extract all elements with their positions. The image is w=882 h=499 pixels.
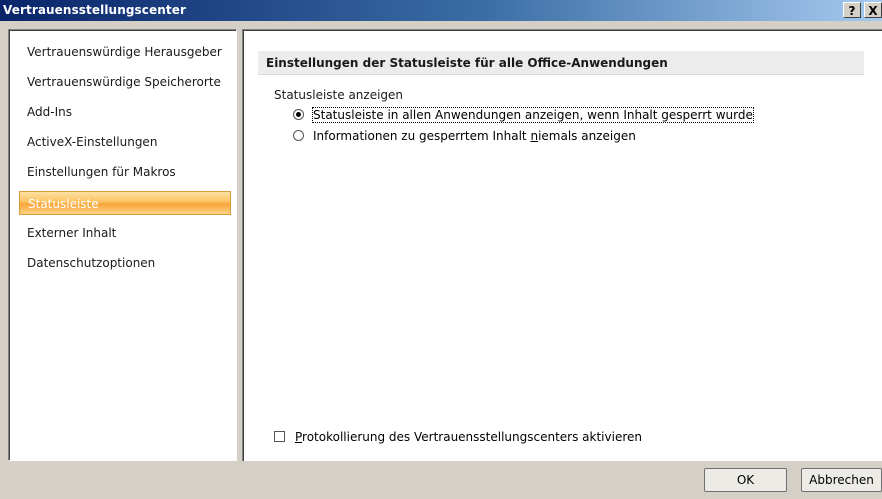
section-header: Einstellungen der Statusleiste für alle … — [258, 51, 864, 75]
nav-item-statusbar[interactable]: Statusleiste — [19, 191, 231, 215]
category-list: Vertrauenswürdige Herausgeber Vertrauens… — [8, 29, 237, 461]
radio-never-show-label: Informationen zu gesperrtem Inhalt niema… — [313, 129, 636, 143]
nav-item-trusted-locations[interactable]: Vertrauenswürdige Speicherorte — [19, 70, 231, 94]
help-button[interactable]: ? — [843, 2, 861, 18]
nav-item-external-content[interactable]: Externer Inhalt — [19, 221, 231, 245]
nav-item-macro-settings[interactable]: Einstellungen für Makros — [19, 160, 231, 184]
radio-unselected-icon[interactable] — [293, 130, 304, 141]
nav-item-add-ins[interactable]: Add-Ins — [19, 100, 231, 124]
close-button[interactable]: X — [864, 2, 882, 18]
title-bar: Vertrauensstellungscenter ? X — [0, 0, 882, 21]
nav-item-trusted-publishers[interactable]: Vertrauenswürdige Herausgeber — [19, 40, 231, 64]
logging-checkbox-label: Protokollierung des Vertrauensstellungsc… — [295, 430, 642, 444]
window-title: Vertrauensstellungscenter — [3, 3, 186, 17]
logging-checkbox-row[interactable]: Protokollierung des Vertrauensstellungsc… — [274, 428, 642, 446]
radio-show-statusbar-label: Statusleiste in allen Anwendungen anzeig… — [312, 107, 754, 123]
statusbar-group-label: Statusleiste anzeigen — [274, 88, 404, 102]
nav-item-activex-settings[interactable]: ActiveX-Einstellungen — [19, 130, 231, 154]
radio-never-show-info[interactable]: Informationen zu gesperrtem Inhalt niema… — [293, 127, 636, 145]
logging-checkbox[interactable] — [274, 431, 285, 442]
nav-item-privacy-options[interactable]: Datenschutzoptionen — [19, 251, 231, 275]
radio-show-statusbar[interactable]: Statusleiste in allen Anwendungen anzeig… — [293, 106, 754, 124]
cancel-button[interactable]: Abbrechen — [801, 468, 882, 492]
ok-button[interactable]: OK — [704, 468, 787, 492]
settings-panel: Einstellungen der Statusleiste für alle … — [242, 29, 882, 461]
radio-selected-icon[interactable] — [293, 109, 304, 120]
